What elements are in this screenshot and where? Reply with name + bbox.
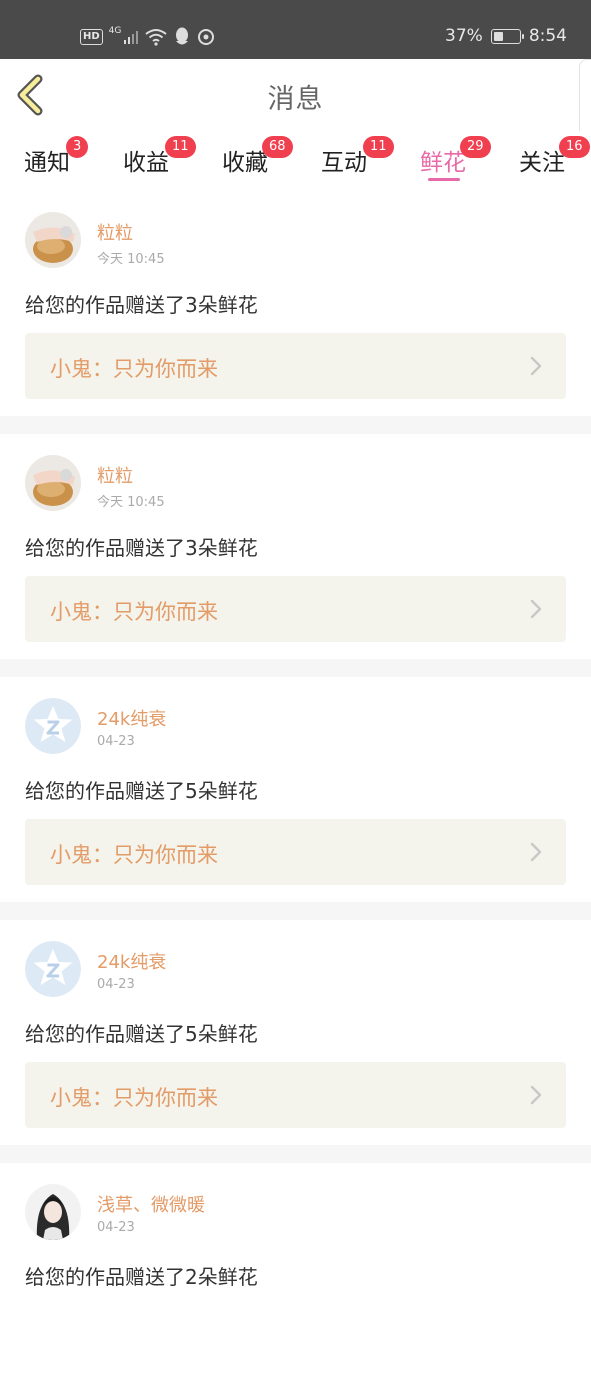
tab-label: 收益 xyxy=(123,150,169,176)
list-separator xyxy=(0,416,591,434)
sender-nickname[interactable]: 浅草、微微暖 xyxy=(97,1191,205,1217)
tab-earnings[interactable]: 收益 11 xyxy=(123,136,196,187)
hd-icon: HD xyxy=(80,29,103,45)
status-icons-left: HD 4G xyxy=(80,26,215,48)
avatar[interactable] xyxy=(25,698,81,754)
chevron-right-icon xyxy=(530,356,542,376)
wifi-icon xyxy=(145,29,167,46)
sender-nickname[interactable]: 粒粒 xyxy=(97,462,133,488)
page-title: 消息 xyxy=(267,84,324,115)
work-link[interactable]: 小鬼：只为你而来 xyxy=(25,819,566,885)
sender-nickname[interactable]: 粒粒 xyxy=(97,219,133,245)
unread-badge: 3 xyxy=(66,136,89,158)
battery-percent: 37% xyxy=(445,26,483,46)
tab-label: 收藏 xyxy=(222,150,268,176)
avatar[interactable] xyxy=(25,455,81,511)
message-time: 今天 10:45 xyxy=(97,252,165,267)
chevron-right-icon xyxy=(530,599,542,619)
tab-notice[interactable]: 通知 3 xyxy=(24,136,89,187)
signal-icon xyxy=(124,31,139,44)
music-app-icon xyxy=(198,29,215,45)
list-item[interactable]: 24k纯衰 04-23 给您的作品赠送了5朵鲜花 小鬼：只为你而来 xyxy=(0,920,591,1145)
message-text: 给您的作品赠送了5朵鲜花 xyxy=(25,1022,258,1046)
sender-nickname[interactable]: 24k纯衰 xyxy=(97,705,166,731)
list-item[interactable]: 24k纯衰 04-23 给您的作品赠送了5朵鲜花 小鬼：只为你而来 xyxy=(0,677,591,902)
status-icons-right: 37% 8:54 xyxy=(445,26,567,46)
tab-label: 互动 xyxy=(321,150,367,176)
message-time: 04-23 xyxy=(97,1220,135,1235)
sender-nickname[interactable]: 24k纯衰 xyxy=(97,948,166,974)
work-title: 小鬼：只为你而来 xyxy=(50,600,218,624)
status-bar: HD 4G 37% 8:54 xyxy=(0,0,591,59)
unread-badge: 68 xyxy=(262,136,293,158)
battery-icon xyxy=(490,28,524,44)
anime-avatar-icon xyxy=(25,1184,81,1240)
clock: 8:54 xyxy=(528,26,567,46)
avatar[interactable] xyxy=(25,212,81,268)
photo-avatar-icon xyxy=(25,455,81,511)
work-link[interactable]: 小鬼：只为你而来 xyxy=(25,576,566,642)
unread-badge: 16 xyxy=(559,136,590,158)
message-text: 给您的作品赠送了5朵鲜花 xyxy=(25,779,258,803)
work-link[interactable]: 小鬼：只为你而来 xyxy=(25,1062,566,1128)
tab-label: 鲜花 xyxy=(420,150,466,176)
message-time: 04-23 xyxy=(97,977,135,992)
unread-badge: 11 xyxy=(165,136,196,158)
photo-avatar-icon xyxy=(25,212,81,268)
list-separator xyxy=(0,902,591,920)
battery-level xyxy=(493,31,503,41)
list-item[interactable]: 浅草、微微暖 04-23 给您的作品赠送了2朵鲜花 xyxy=(0,1163,591,1388)
unread-badge: 29 xyxy=(460,136,491,158)
tab-label: 关注 xyxy=(519,150,565,176)
message-text: 给您的作品赠送了2朵鲜花 xyxy=(25,1265,258,1289)
unread-badge: 11 xyxy=(363,136,394,158)
work-title: 小鬼：只为你而来 xyxy=(50,1086,218,1110)
network-type: 4G xyxy=(108,26,122,36)
active-tab-indicator xyxy=(428,178,460,181)
message-time: 今天 10:45 xyxy=(97,495,165,510)
tab-follows[interactable]: 关注 16 xyxy=(519,136,590,187)
work-link[interactable]: 小鬼：只为你而来 xyxy=(25,333,566,399)
avatar[interactable] xyxy=(25,1184,81,1240)
list-separator xyxy=(0,1145,591,1163)
tab-favorites[interactable]: 收藏 68 xyxy=(222,136,293,187)
qq-icon xyxy=(176,27,189,45)
message-text: 给您的作品赠送了3朵鲜花 xyxy=(25,293,258,317)
default-star-avatar-icon xyxy=(25,698,81,754)
chevron-right-icon xyxy=(530,842,542,862)
tab-interactions[interactable]: 互动 11 xyxy=(321,136,394,187)
message-time: 04-23 xyxy=(97,734,135,749)
flower-message-list: 粒粒 今天 10:45 给您的作品赠送了3朵鲜花 小鬼：只为你而来 粒粒 今天 … xyxy=(0,191,591,1388)
list-separator xyxy=(0,659,591,677)
tab-flowers[interactable]: 鲜花 29 xyxy=(420,136,491,187)
message-text: 给您的作品赠送了3朵鲜花 xyxy=(25,536,258,560)
chevron-right-icon xyxy=(530,1085,542,1105)
nav-header: 消息 xyxy=(0,59,591,132)
message-tabs: 通知 3 收益 11 收藏 68 互动 11 鲜花 29 关注 16 xyxy=(0,131,591,191)
default-star-avatar-icon xyxy=(25,941,81,997)
list-item[interactable]: 粒粒 今天 10:45 给您的作品赠送了3朵鲜花 小鬼：只为你而来 xyxy=(0,191,591,416)
tab-label: 通知 xyxy=(24,150,70,176)
list-item[interactable]: 粒粒 今天 10:45 给您的作品赠送了3朵鲜花 小鬼：只为你而来 xyxy=(0,434,591,659)
avatar[interactable] xyxy=(25,941,81,997)
work-title: 小鬼：只为你而来 xyxy=(50,357,218,381)
work-title: 小鬼：只为你而来 xyxy=(50,843,218,867)
